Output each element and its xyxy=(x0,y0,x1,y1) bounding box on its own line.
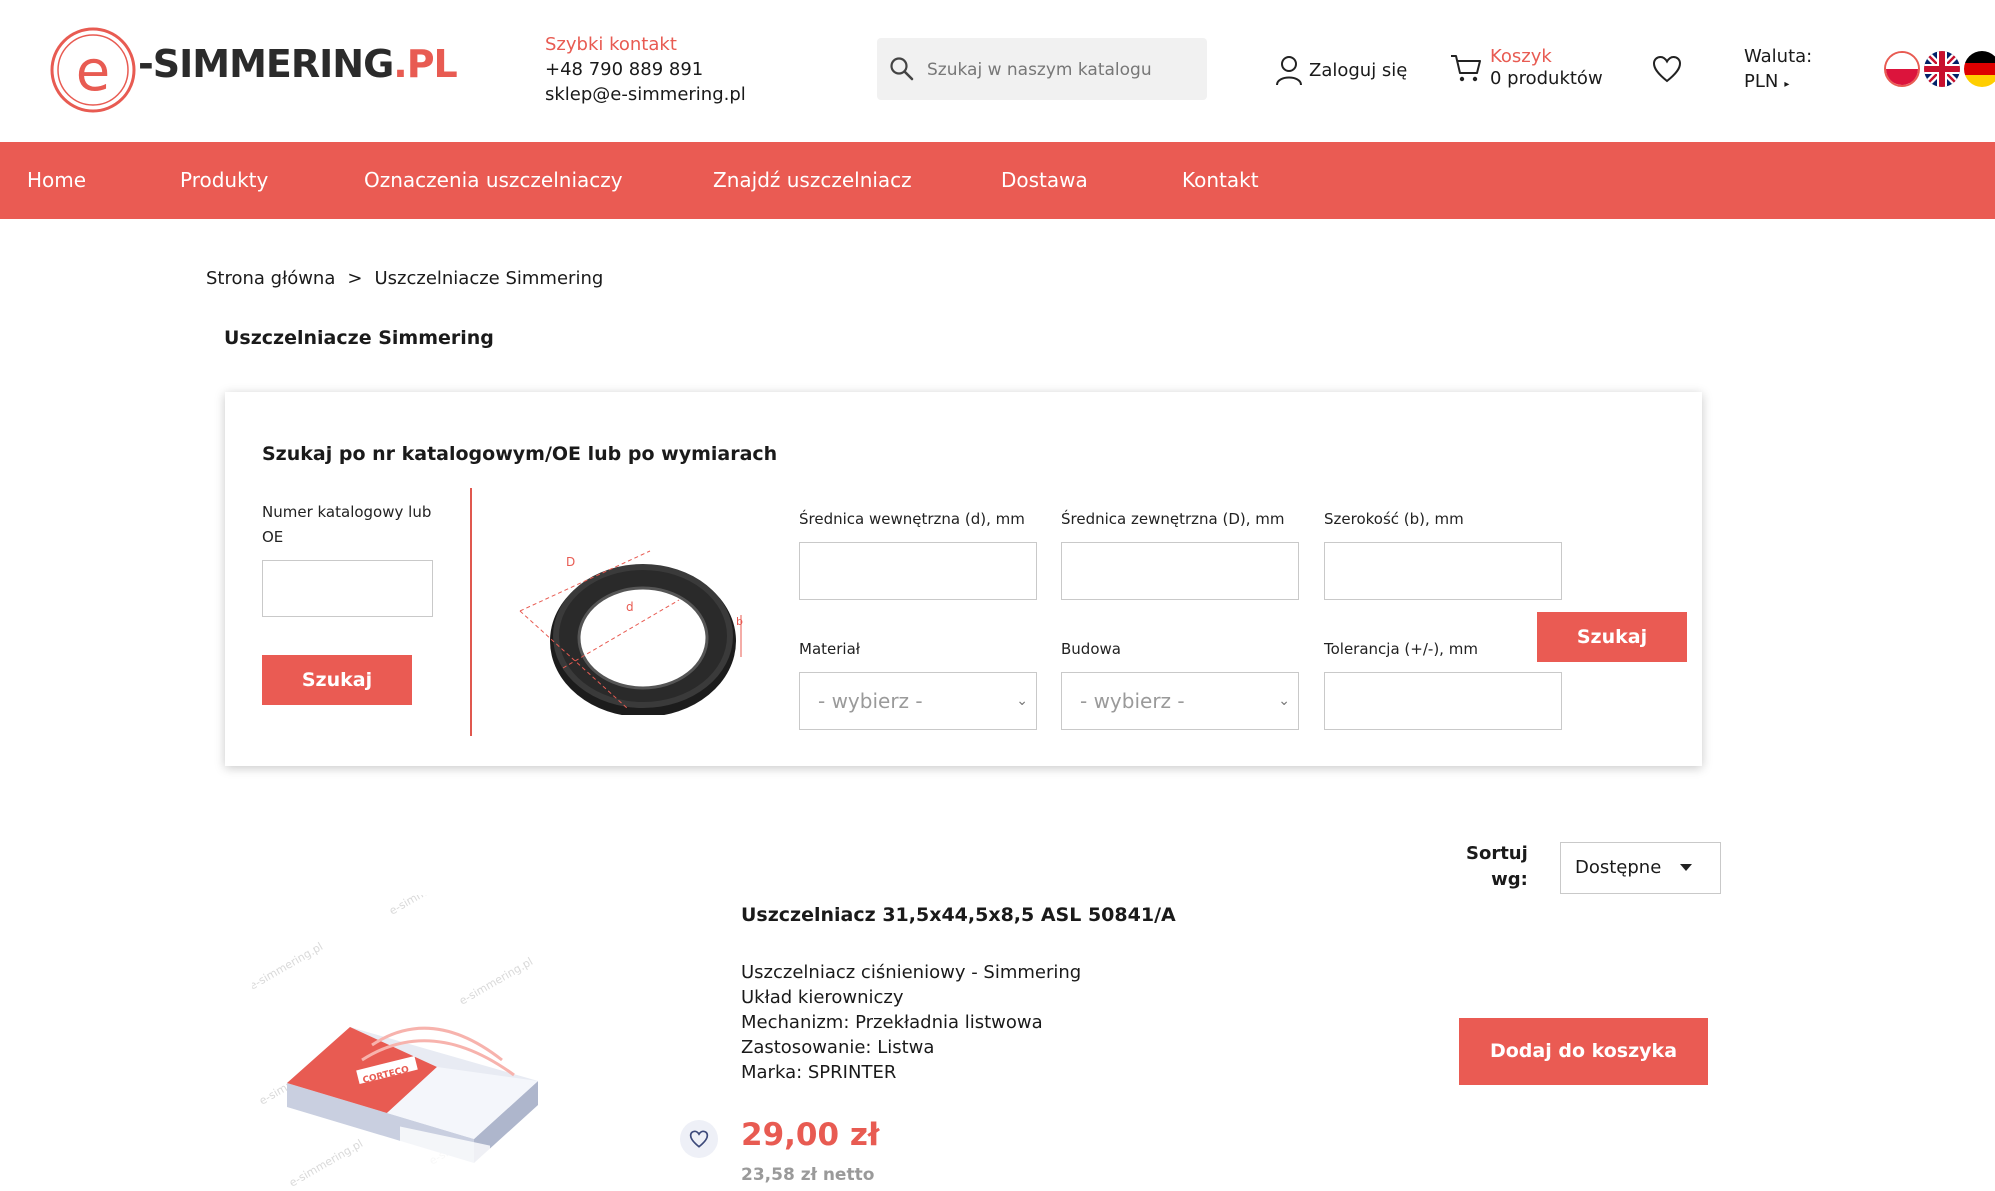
logo-suffix-text: .PL xyxy=(393,42,457,86)
currency-selector[interactable]: Waluta: PLN ▸ xyxy=(1744,44,1812,97)
tolerance-label: Tolerancja (+/-), mm xyxy=(1324,640,1478,658)
breadcrumb-current: Uszczelniacze Simmering xyxy=(374,268,604,289)
search-icon[interactable] xyxy=(889,56,915,82)
add-to-wishlist-button[interactable] xyxy=(680,1120,718,1158)
catalog-number-label-line1: Numer katalogowy lub xyxy=(262,503,432,521)
breadcrumb-separator: > xyxy=(347,268,363,289)
construction-select-value: - wybierz - xyxy=(1080,689,1185,713)
inner-diameter-label: Średnica wewnętrzna (d), mm xyxy=(799,510,1025,528)
cart-icon xyxy=(1451,55,1481,82)
chevron-down-icon: ⌄ xyxy=(1016,693,1028,709)
cart-title: Koszyk xyxy=(1490,46,1552,67)
seal-diagram-icon xyxy=(519,550,742,715)
breadcrumb-home[interactable]: Strona główna xyxy=(206,268,335,289)
logo-icon[interactable]: e xyxy=(49,26,137,114)
chevron-down-icon: ⌄ xyxy=(1278,693,1290,709)
diagram-label-outer: D xyxy=(566,555,576,569)
heart-icon[interactable] xyxy=(1652,55,1682,83)
pl-flag-icon[interactable] xyxy=(1884,51,1920,87)
catalog-number-label-line2: OE xyxy=(262,528,284,546)
outer-diameter-label: Średnica zewnętrzna (D), mm xyxy=(1061,510,1285,528)
product-price: 29,00 zł xyxy=(741,1117,880,1153)
nav-item-delivery[interactable]: Dostawa xyxy=(1001,142,1088,219)
catalog-number-input[interactable] xyxy=(262,560,433,617)
de-flag-icon[interactable] xyxy=(1964,51,1995,87)
nav-item-products[interactable]: Produkty xyxy=(180,142,268,219)
material-label: Materiał xyxy=(799,640,861,658)
search-input[interactable] xyxy=(925,38,1199,102)
nav-item-seal-markings[interactable]: Oznaczenia uszczelniaczy xyxy=(364,142,623,219)
contact-email[interactable]: sklep@e-simmering.pl xyxy=(545,82,746,107)
quick-contact-title: Szybki kontakt xyxy=(545,34,677,55)
tolerance-input[interactable] xyxy=(1324,672,1562,730)
contact-phone[interactable]: +48 790 889 891 xyxy=(545,57,746,82)
catalog-number-label: Numer katalogowy lub OE xyxy=(262,500,431,550)
cart-link[interactable]: Koszyk 0 produktów xyxy=(1450,46,1603,90)
login-label: Zaloguj się xyxy=(1309,59,1408,81)
construction-label: Budowa xyxy=(1061,640,1121,658)
breadcrumb: Strona główna > Uszczelniacze Simmering xyxy=(206,268,603,289)
page-title: Uszczelniacze Simmering xyxy=(224,327,494,349)
nav-item-contact[interactable]: Kontakt xyxy=(1182,142,1259,219)
dimension-search-button[interactable]: Szukaj xyxy=(1537,612,1687,662)
material-select-value: - wybierz - xyxy=(818,689,923,713)
width-label: Szerokość (b), mm xyxy=(1324,510,1464,528)
currency-label: Waluta: xyxy=(1744,46,1813,67)
product-price-net: 23,58 zł netto xyxy=(741,1165,875,1185)
inner-diameter-input[interactable] xyxy=(799,542,1037,600)
product-image[interactable]: e-simmering.pl e-simmering.pl e-simmerin… xyxy=(252,895,564,1191)
logo-main-text: -SIMMERING xyxy=(138,42,394,86)
construction-select[interactable]: - wybierz - ⌄ xyxy=(1061,672,1299,730)
main-nav: Home Produkty Oznaczenia uszczelniaczy Z… xyxy=(0,142,1995,219)
sort-label: Sortuj wg: xyxy=(1466,841,1528,893)
diagram-label-width: b xyxy=(736,615,743,628)
uk-flag-icon[interactable] xyxy=(1924,51,1960,87)
catalog-search-button[interactable]: Szukaj xyxy=(262,655,412,705)
sort-select[interactable]: Dostępne xyxy=(1560,842,1721,894)
sort-label-line1: Sortuj xyxy=(1466,843,1528,864)
heart-icon xyxy=(689,1130,709,1148)
diagram-label-inner: d xyxy=(626,600,634,614)
caret-right-icon: ▸ xyxy=(1784,79,1790,90)
product-description-line: Układ kierowniczy xyxy=(741,987,904,1008)
currency-value: PLN xyxy=(1744,71,1779,92)
product-title[interactable]: Uszczelniacz 31,5x44,5x8,5 ASL 50841/A xyxy=(741,904,1176,926)
material-select[interactable]: - wybierz - ⌄ xyxy=(799,672,1037,730)
caret-down-icon xyxy=(1680,864,1692,871)
product-description-line: Zastosowanie: Listwa xyxy=(741,1037,935,1058)
nav-item-home[interactable]: Home xyxy=(27,142,86,219)
watermark-text: e-simmering.pl xyxy=(457,955,535,1008)
panel-divider xyxy=(470,488,472,736)
product-description-line: Mechanizm: Przekładnia listwowa xyxy=(741,1012,1043,1033)
watermark-text: e-simmering.pl xyxy=(287,1137,365,1190)
logo-text[interactable]: -SIMMERING.PL xyxy=(138,42,458,86)
add-to-cart-button[interactable]: Dodaj do koszyka xyxy=(1459,1018,1708,1085)
cart-count: 0 produktów xyxy=(1490,68,1603,89)
user-icon xyxy=(1276,56,1302,86)
quick-contact: Szybki kontakt +48 790 889 891 sklep@e-s… xyxy=(545,32,746,107)
sort-select-value: Dostępne xyxy=(1575,857,1662,878)
nav-item-find-seal[interactable]: Znajdź uszczelniacz xyxy=(713,142,912,219)
login-link[interactable]: Zaloguj się xyxy=(1275,52,1407,88)
search-panel-title: Szukaj po nr katalogowym/OE lub po wymia… xyxy=(262,443,778,465)
catalog-search xyxy=(877,38,1207,102)
product-description-line: Uszczelniacz ciśnieniowy - Simmering xyxy=(741,962,1082,983)
width-input[interactable] xyxy=(1324,542,1562,600)
watermark-text: e-simmering.pl xyxy=(252,940,325,993)
watermark-text: e-simmering.pl xyxy=(387,895,465,918)
sort-label-line2: wg: xyxy=(1491,869,1528,890)
outer-diameter-input[interactable] xyxy=(1061,542,1299,600)
product-description: Uszczelniacz ciśnieniowy - Simmering Ukł… xyxy=(741,960,1081,1085)
svg-text:e: e xyxy=(76,39,110,104)
product-description-line: Marka: SPRINTER xyxy=(741,1062,897,1083)
